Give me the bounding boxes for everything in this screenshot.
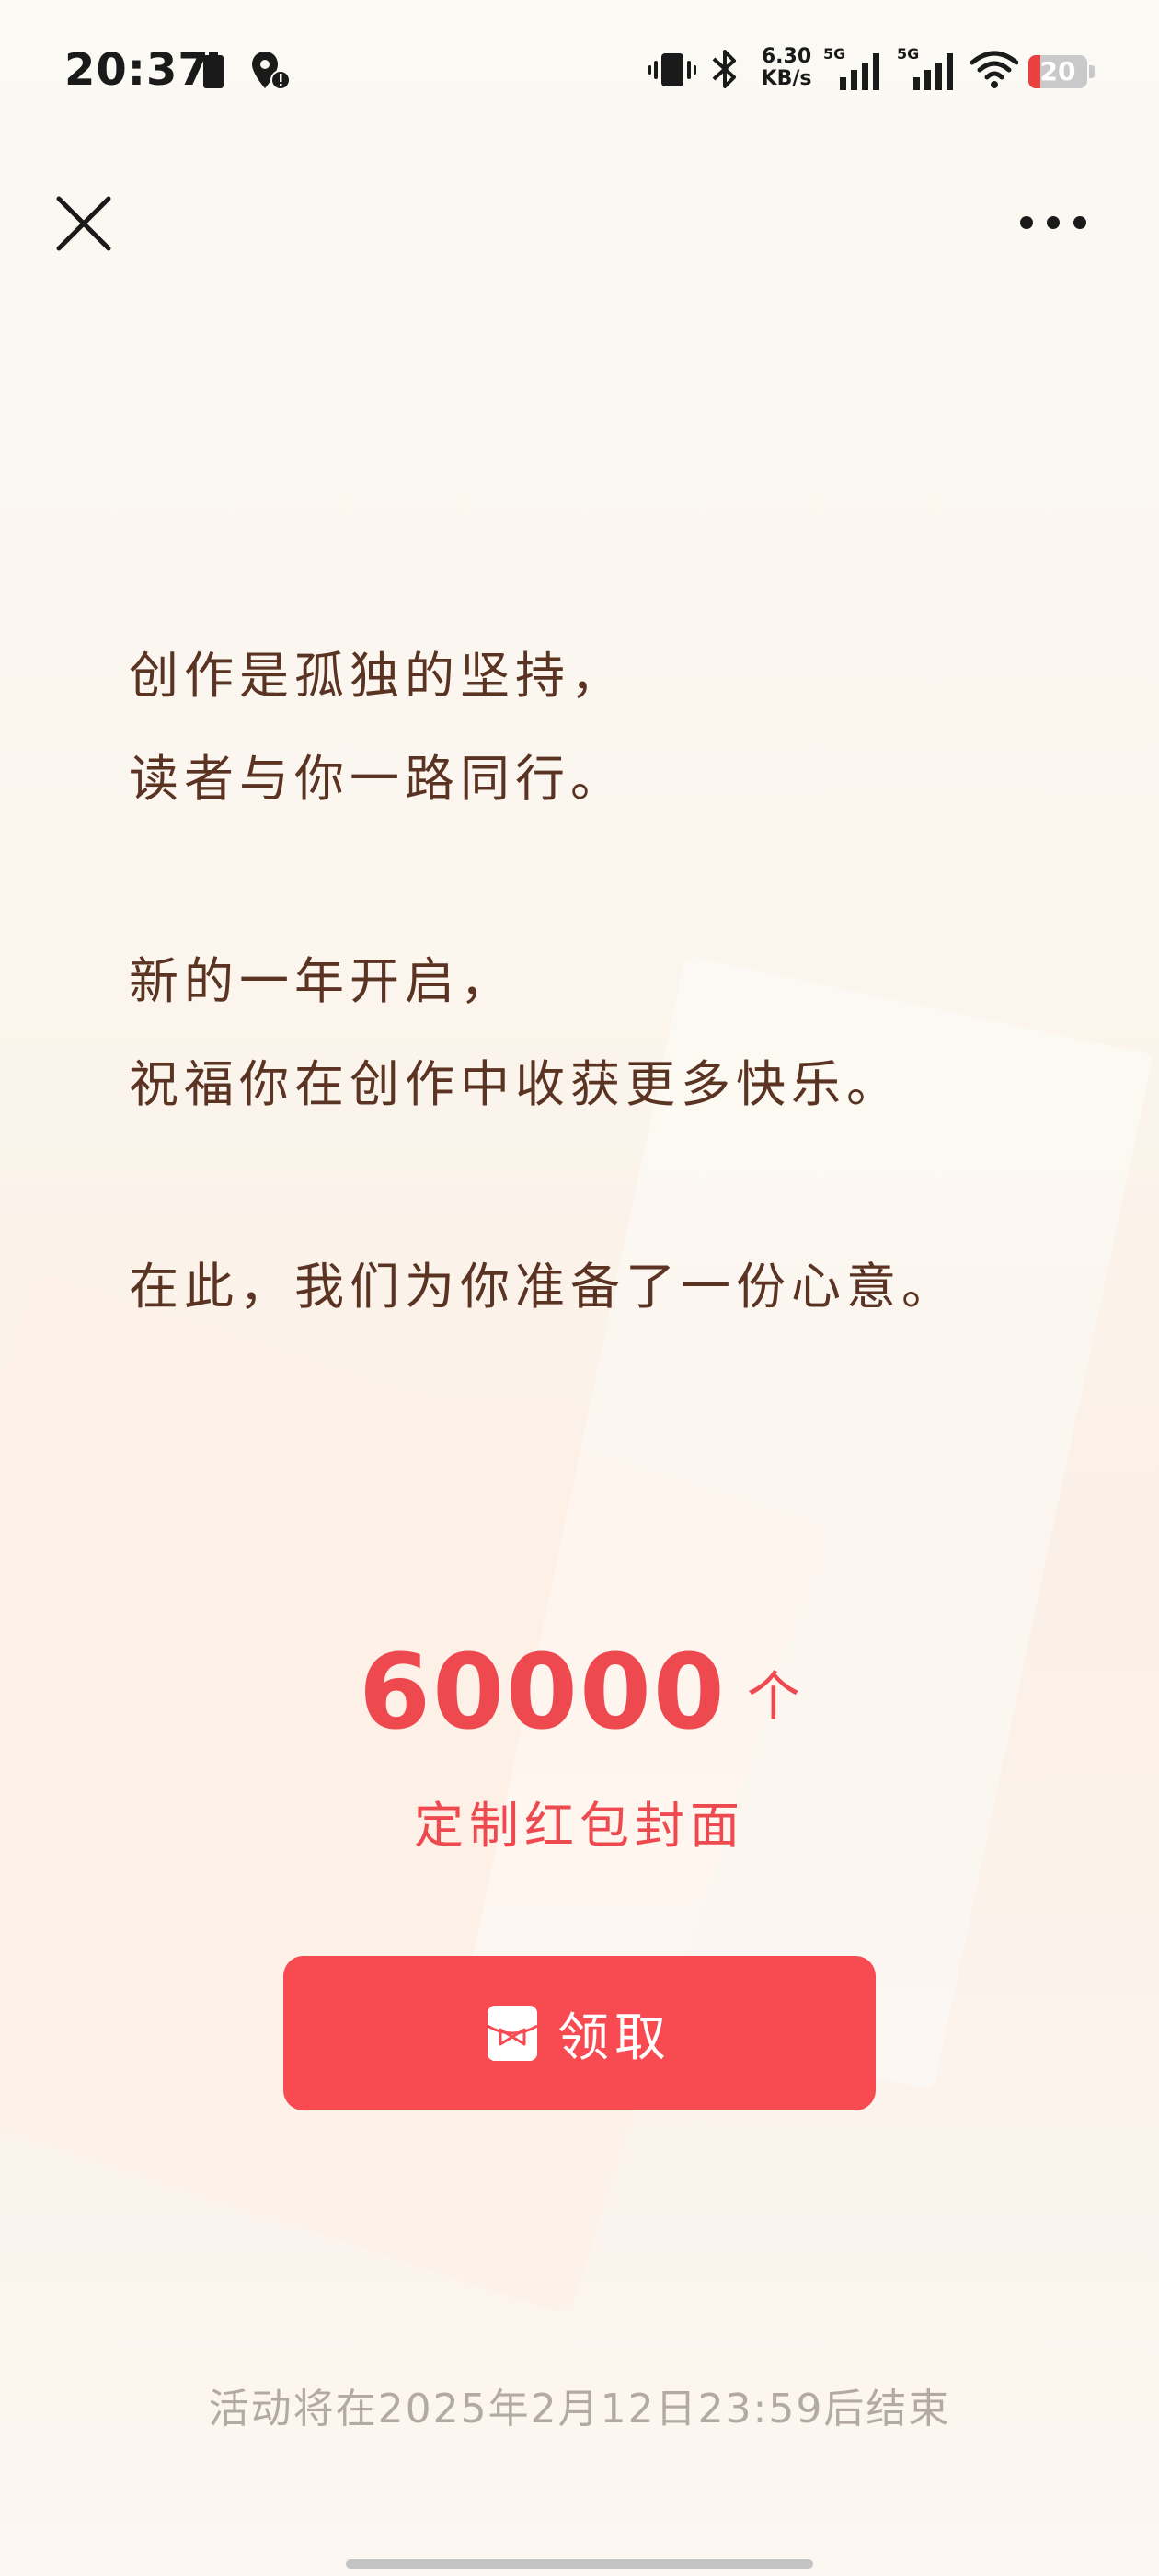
status-bar: 20:37 6.30 KB/s 5G 5G 20	[0, 0, 1159, 147]
battery-saver-icon	[203, 52, 224, 88]
greeting-message: 创作是孤独的坚持， 读者与你一路同行。 新的一年开启， 祝福你在创作中收获更多快…	[129, 635, 1049, 1349]
battery-percent: 20	[1039, 56, 1076, 86]
reward-label: 定制红包封面	[414, 1797, 745, 1855]
wifi-icon	[970, 51, 1018, 88]
vibrate-icon	[648, 53, 696, 86]
reward-count-number: 60000	[359, 1633, 727, 1753]
close-icon[interactable]	[53, 193, 114, 254]
signal-5g-icon: 5G	[897, 45, 953, 90]
red-envelope-icon	[488, 2006, 537, 2061]
signal-label: 5G	[897, 45, 919, 63]
message-line: 祝福你在创作中收获更多快乐。	[129, 1055, 901, 1113]
reward-count-unit: 个	[746, 1665, 800, 1728]
signal-label: 5G	[823, 45, 845, 63]
activity-end-note: 活动将在2025年2月12日23:59后结束	[208, 2386, 951, 2432]
message-line: 创作是孤独的坚持，	[129, 647, 625, 705]
home-indicator[interactable]	[346, 2559, 813, 2569]
reward-count: 60000 个	[0, 1633, 1159, 1753]
status-time: 20:37	[64, 44, 210, 96]
claim-button-label: 领取	[557, 2007, 671, 2068]
battery-indicator: 20	[1028, 55, 1095, 88]
network-speed-value: 6.30	[761, 45, 812, 68]
network-speed: 6.30 KB/s	[759, 46, 814, 90]
message-line: 读者与你一路同行。	[129, 750, 625, 808]
network-speed-unit: KB/s	[761, 67, 812, 90]
more-dots-icon[interactable]	[1016, 202, 1090, 243]
signal-5g-icon: 5G	[823, 45, 879, 90]
battery-tip	[1089, 65, 1095, 78]
message-line: 在此，我们为你准备了一份心意。	[129, 1258, 957, 1316]
bluetooth-icon	[712, 50, 736, 88]
message-line: 新的一年开启，	[129, 952, 515, 1010]
battery-body: 20	[1028, 55, 1087, 88]
claim-button[interactable]: 领取	[283, 1956, 876, 2110]
location-alert-icon	[252, 52, 291, 90]
